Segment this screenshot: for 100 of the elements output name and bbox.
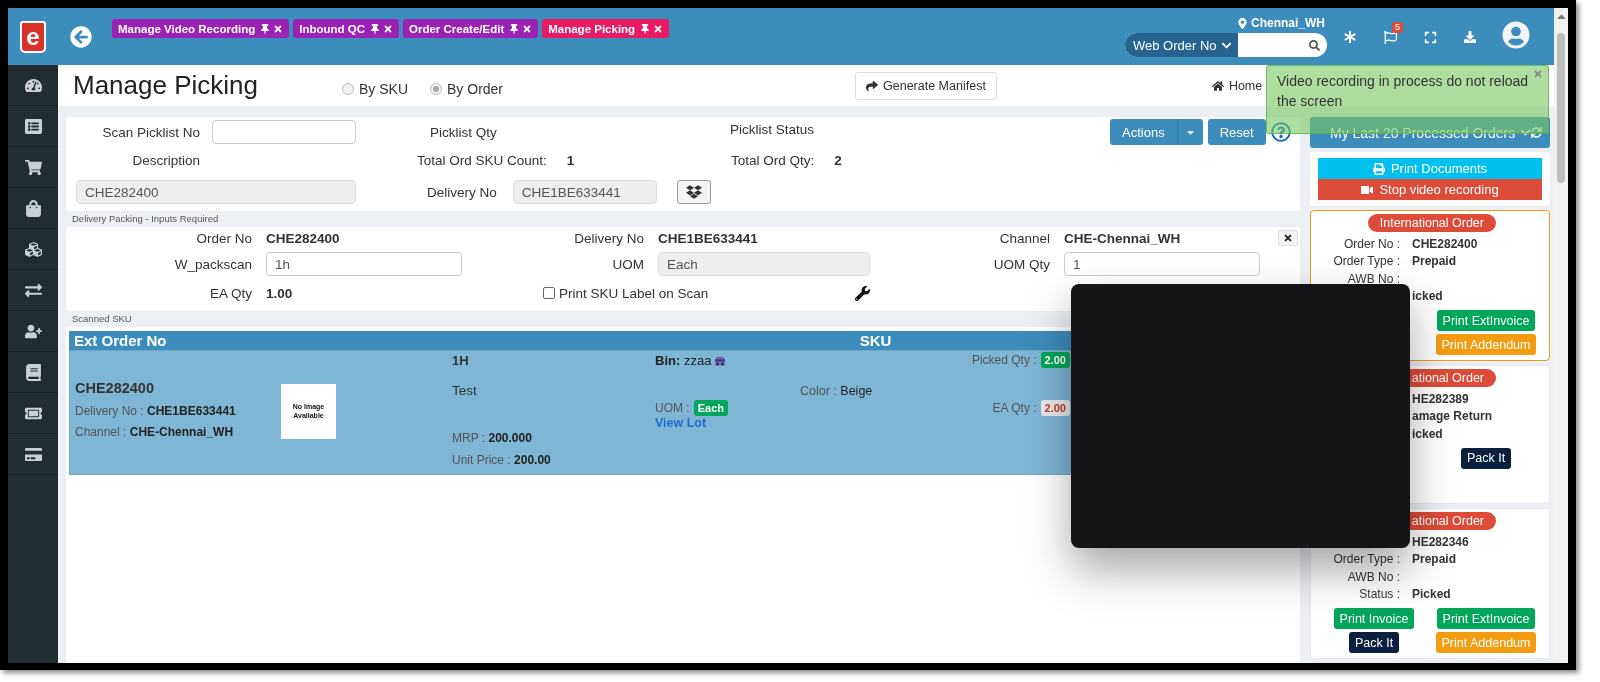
delivery-field: CHE1BE633441 — [512, 180, 657, 204]
checkbox-label[interactable]: Print SKU Label on Scan — [559, 285, 709, 301]
channel-text: Channel : CHE-Chennai_WH — [75, 425, 235, 439]
field-value: CHE-Chennai_WH — [1064, 230, 1182, 246]
close-icon[interactable] — [653, 23, 664, 34]
scrollbar-thumb[interactable] — [1557, 33, 1565, 183]
radio-button[interactable] — [430, 82, 442, 95]
page-tab[interactable]: Inbound QC — [293, 19, 399, 38]
toast-message: Video recording in process do not reload the screen — [1277, 73, 1529, 109]
field-value: 1.00 — [266, 285, 294, 301]
page-tab[interactable]: Order Create/Edit — [403, 19, 539, 38]
field-label: Delivery No — [427, 184, 497, 200]
dropbox-button[interactable] — [676, 180, 711, 204]
back-icon[interactable] — [70, 26, 92, 48]
input-field[interactable]: 1h — [266, 252, 462, 276]
pin-icon[interactable] — [640, 23, 651, 34]
bin-text: Bin: zzaa — [655, 353, 712, 368]
picked-qty-tag: 2.00 — [1040, 352, 1070, 368]
reset-button[interactable]: Reset — [1207, 119, 1266, 145]
checkbox[interactable] — [543, 287, 555, 299]
order-action-button[interactable]: Pack It — [1460, 447, 1512, 469]
field-label: W_packscan — [173, 256, 252, 272]
help-icon[interactable] — [1270, 122, 1291, 142]
field-label: UOM Qty — [992, 256, 1050, 272]
section-legend: Scanned SKU — [72, 313, 1300, 326]
wrench-icon[interactable] — [855, 285, 870, 301]
app-logo[interactable]: e — [20, 20, 46, 53]
book-icon[interactable] — [24, 363, 42, 381]
dashboard-icon[interactable] — [24, 76, 42, 94]
order-field-label: AWB No : — [1346, 569, 1400, 584]
field-label: Channel — [998, 230, 1050, 246]
avatar-icon[interactable] — [1502, 21, 1530, 49]
description-field: CHE282400 — [76, 180, 356, 204]
breadcrumb-link[interactable]: Home — [1228, 78, 1263, 93]
close-button[interactable] — [1278, 230, 1298, 246]
picklist-input[interactable] — [212, 120, 356, 144]
order-action-button[interactable]: Print ExtInvoice — [1436, 310, 1536, 331]
stop-recording-button[interactable]: Stop video recording — [1318, 179, 1542, 200]
column-header: SKU — [858, 332, 893, 349]
search-icon — [1309, 39, 1320, 51]
order-field-label: Order Type : — [1332, 552, 1400, 567]
order-action-button[interactable]: Pack It — [1348, 632, 1400, 653]
field-value: 1 — [566, 152, 575, 168]
order-field-value: Prepaid — [1412, 552, 1457, 567]
user-plus-icon[interactable] — [24, 322, 42, 340]
refresh-icon[interactable] — [1531, 126, 1542, 139]
field-label: UOM : — [655, 401, 690, 415]
order-field-value: icked — [1412, 426, 1444, 441]
page-tab[interactable]: Manage Picking — [542, 19, 670, 38]
readonly-field: Each — [658, 252, 870, 276]
gift-icon — [715, 355, 726, 366]
order-field-label: Order Type : — [1332, 254, 1400, 269]
cart-icon[interactable] — [24, 158, 42, 176]
printer-icon — [1372, 162, 1385, 175]
page-tab[interactable]: Manage Video Recording — [112, 19, 290, 38]
location-label[interactable]: Chennai_WH — [1251, 16, 1325, 30]
close-icon[interactable] — [383, 23, 393, 34]
fullscreen-icon[interactable] — [1423, 30, 1437, 44]
order-field-value: HE282389 — [1412, 391, 1470, 406]
actions-button[interactable]: Actions — [1110, 119, 1177, 145]
actions-dropdown-button[interactable] — [1176, 119, 1203, 145]
unit-price-text: Unit Price : 200.00 — [452, 453, 552, 467]
asterisk-icon[interactable] — [1344, 31, 1356, 43]
order-type-badge: International Order — [1367, 214, 1496, 232]
radio-label[interactable]: By SKU — [359, 80, 408, 97]
field-value: CHE1BE633441 — [658, 230, 759, 246]
field-label: Description — [131, 152, 200, 168]
pin-icon[interactable] — [370, 23, 380, 34]
input-field[interactable]: 1 — [1064, 252, 1260, 276]
field-label: UOM — [611, 256, 644, 272]
pin-icon[interactable] — [260, 23, 271, 34]
order-number: CHE282400 — [75, 380, 155, 396]
field-value: CHE282400 — [266, 230, 341, 246]
sku-code: 1H — [452, 353, 470, 368]
order-field-value: icked — [1412, 289, 1444, 304]
generate-manifest-button[interactable]: Generate Manifest — [855, 71, 997, 100]
download-icon[interactable] — [1464, 31, 1476, 43]
order-field-label: Status : — [1358, 587, 1400, 602]
order-field-value: Prepaid — [1412, 254, 1457, 269]
order-field-value: Picked — [1412, 587, 1452, 602]
cubes-icon[interactable] — [24, 240, 42, 258]
field-label: Delivery No — [573, 230, 644, 246]
shopping-bag-icon[interactable] — [24, 199, 42, 217]
search-scope-dropdown[interactable]: Web Order No — [1125, 33, 1238, 57]
order-action-button[interactable]: Print Invoice — [1333, 608, 1415, 629]
field-label: Scan Picklist No — [101, 124, 200, 140]
map-pin-icon — [1237, 17, 1248, 29]
pin-icon[interactable] — [509, 23, 520, 34]
field-label: Picklist Qty — [430, 124, 497, 140]
radio-button[interactable] — [342, 82, 354, 95]
dropbox-icon — [685, 184, 702, 200]
order-field-value: CHE282400 — [1412, 236, 1479, 251]
field-label: Picklist Status — [730, 122, 815, 137]
list-icon[interactable] — [24, 117, 42, 135]
field-label: Picked Qty : — [971, 353, 1037, 367]
close-icon[interactable] — [522, 23, 533, 34]
arrows-icon[interactable] — [24, 281, 42, 299]
close-icon[interactable] — [273, 23, 284, 34]
radio-label[interactable]: By Order — [447, 80, 504, 97]
credit-card-icon[interactable] — [24, 445, 42, 463]
